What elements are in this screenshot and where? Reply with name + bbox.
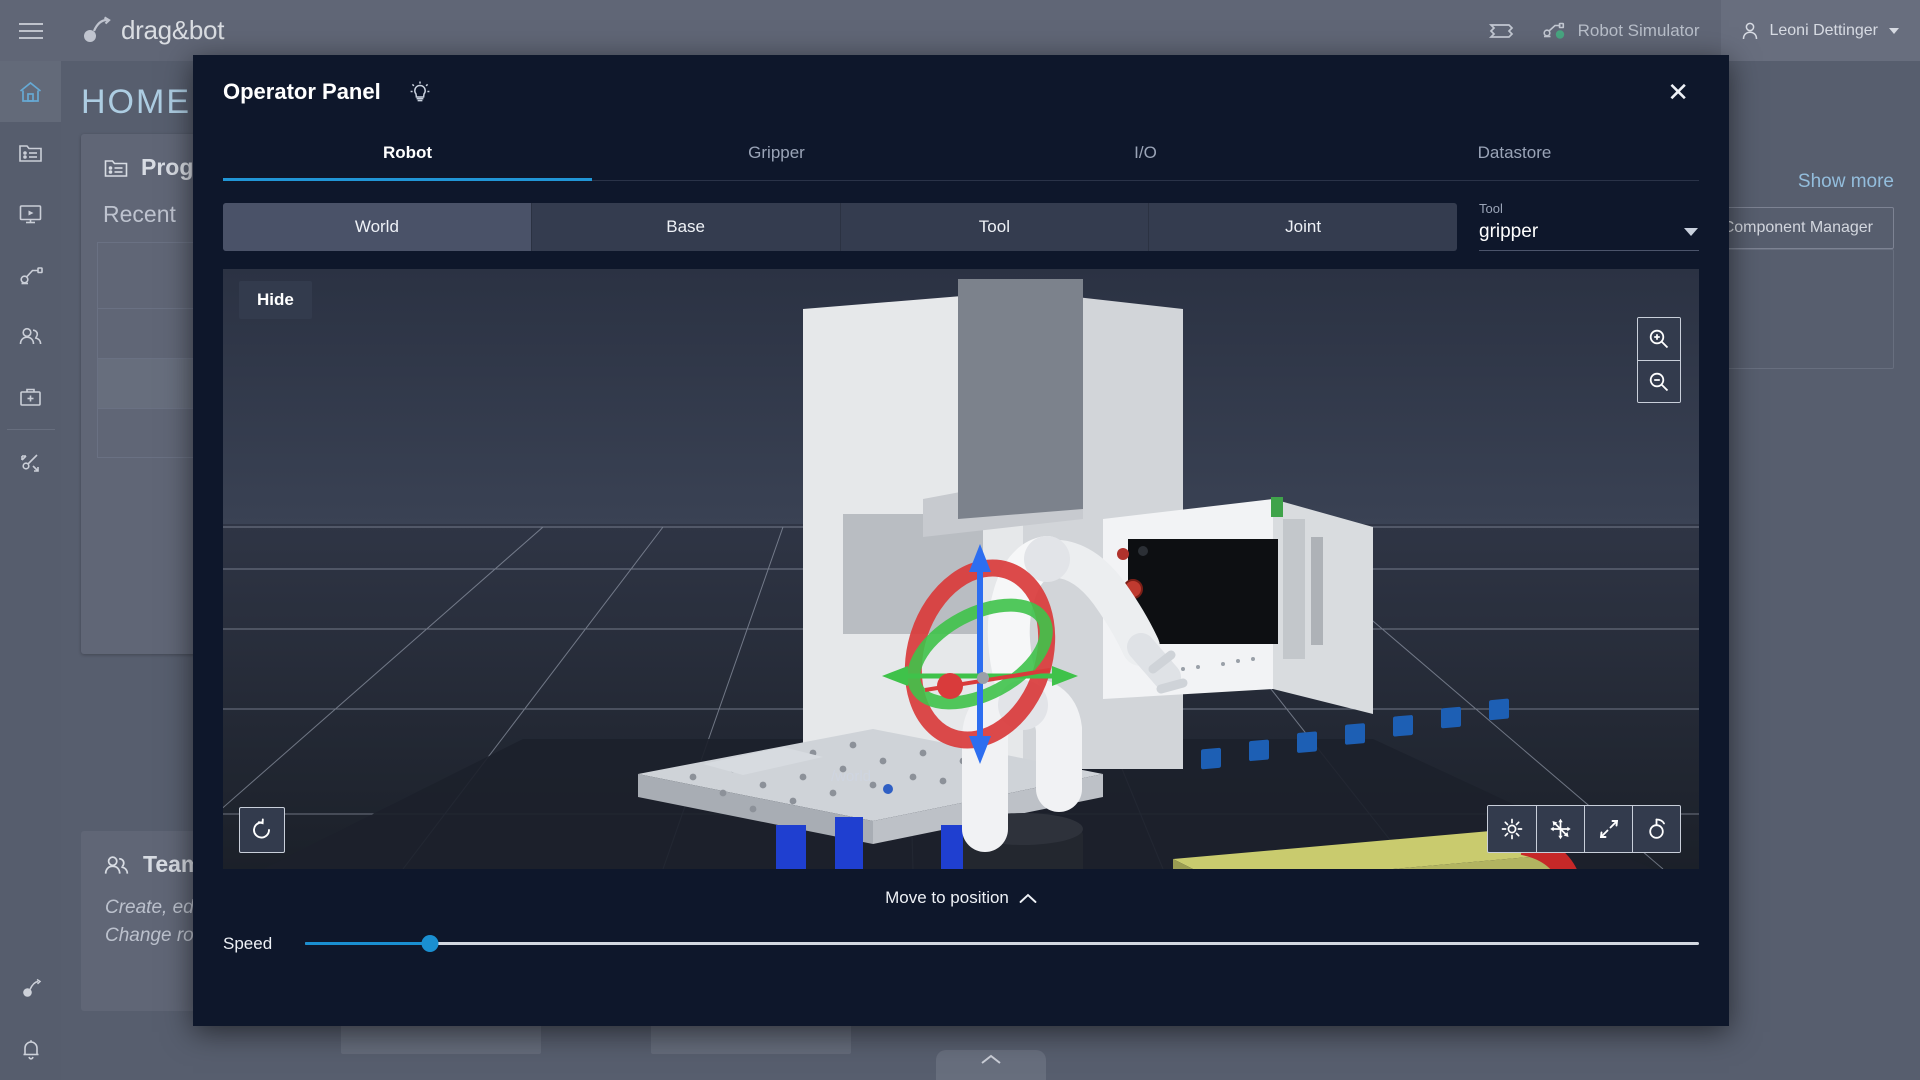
speed-slider[interactable] xyxy=(305,931,1699,957)
viewport-settings-button[interactable] xyxy=(1488,806,1536,852)
zoom-controls xyxy=(1637,317,1681,403)
modal-tabs: Robot Gripper I/O Datastore xyxy=(223,129,1699,181)
viewport-translate-button[interactable] xyxy=(1536,806,1584,852)
robot-scene: /world xyxy=(223,269,1699,869)
coordinate-mode-segmented: World Base Tool Joint xyxy=(223,203,1457,251)
zoom-out-icon xyxy=(1648,371,1670,393)
reset-view-icon xyxy=(250,818,274,842)
move-to-position-label: Move to position xyxy=(885,888,1009,907)
close-icon[interactable]: ✕ xyxy=(1661,75,1695,109)
hide-button[interactable]: Hide xyxy=(239,281,312,319)
coordinate-mode-world[interactable]: World xyxy=(223,203,532,251)
zoom-out-button[interactable] xyxy=(1638,360,1680,402)
frame-label: /world xyxy=(831,768,871,785)
robot-3d-viewport[interactable]: /world Hide xyxy=(223,269,1699,869)
tab-io[interactable]: I/O xyxy=(961,129,1330,180)
viewport-fit-view-button[interactable] xyxy=(1584,806,1632,852)
tool-select-control[interactable]: gripper xyxy=(1479,221,1699,251)
chevron-down-icon xyxy=(1683,227,1699,237)
coordinate-mode-joint[interactable]: Joint xyxy=(1149,203,1457,251)
reset-view-button[interactable] xyxy=(239,807,285,853)
zoom-in-button[interactable] xyxy=(1638,318,1680,360)
coordinate-mode-row: World Base Tool Joint Tool gripper xyxy=(223,201,1699,251)
chevron-up-icon xyxy=(1019,893,1037,904)
tab-datastore[interactable]: Datastore xyxy=(1330,129,1699,180)
speed-slider-fill xyxy=(305,942,431,945)
tab-robot[interactable]: Robot xyxy=(223,129,592,181)
viewport-rotate-button[interactable] xyxy=(1632,806,1680,852)
operator-panel-modal: Operator Panel ✕ Robot Gripper I/O Datas… xyxy=(193,55,1729,1026)
speed-slider-thumb[interactable] xyxy=(421,935,439,952)
viewport-tool-buttons xyxy=(1487,805,1681,853)
collapse-arrows-icon xyxy=(1597,817,1621,841)
modal-header: Operator Panel ✕ xyxy=(193,55,1729,129)
tool-select-label: Tool xyxy=(1479,201,1503,216)
speed-label: Speed xyxy=(223,934,273,953)
speed-slider-track xyxy=(305,942,1699,945)
tool-select[interactable]: Tool gripper xyxy=(1479,201,1699,251)
rotate-icon xyxy=(1645,817,1669,841)
tool-select-value: gripper xyxy=(1479,221,1539,242)
lightbulb-icon[interactable] xyxy=(409,80,431,104)
coordinate-mode-base[interactable]: Base xyxy=(532,203,841,251)
gear-icon xyxy=(1500,817,1524,841)
coordinate-mode-tool[interactable]: Tool xyxy=(841,203,1150,251)
tab-gripper[interactable]: Gripper xyxy=(592,129,961,180)
speed-control: Speed xyxy=(223,931,1699,957)
modal-title: Operator Panel xyxy=(223,79,381,104)
zoom-in-icon xyxy=(1648,328,1670,350)
move-to-position-toggle[interactable]: Move to position xyxy=(193,869,1729,927)
move-axes-icon xyxy=(1548,817,1573,841)
